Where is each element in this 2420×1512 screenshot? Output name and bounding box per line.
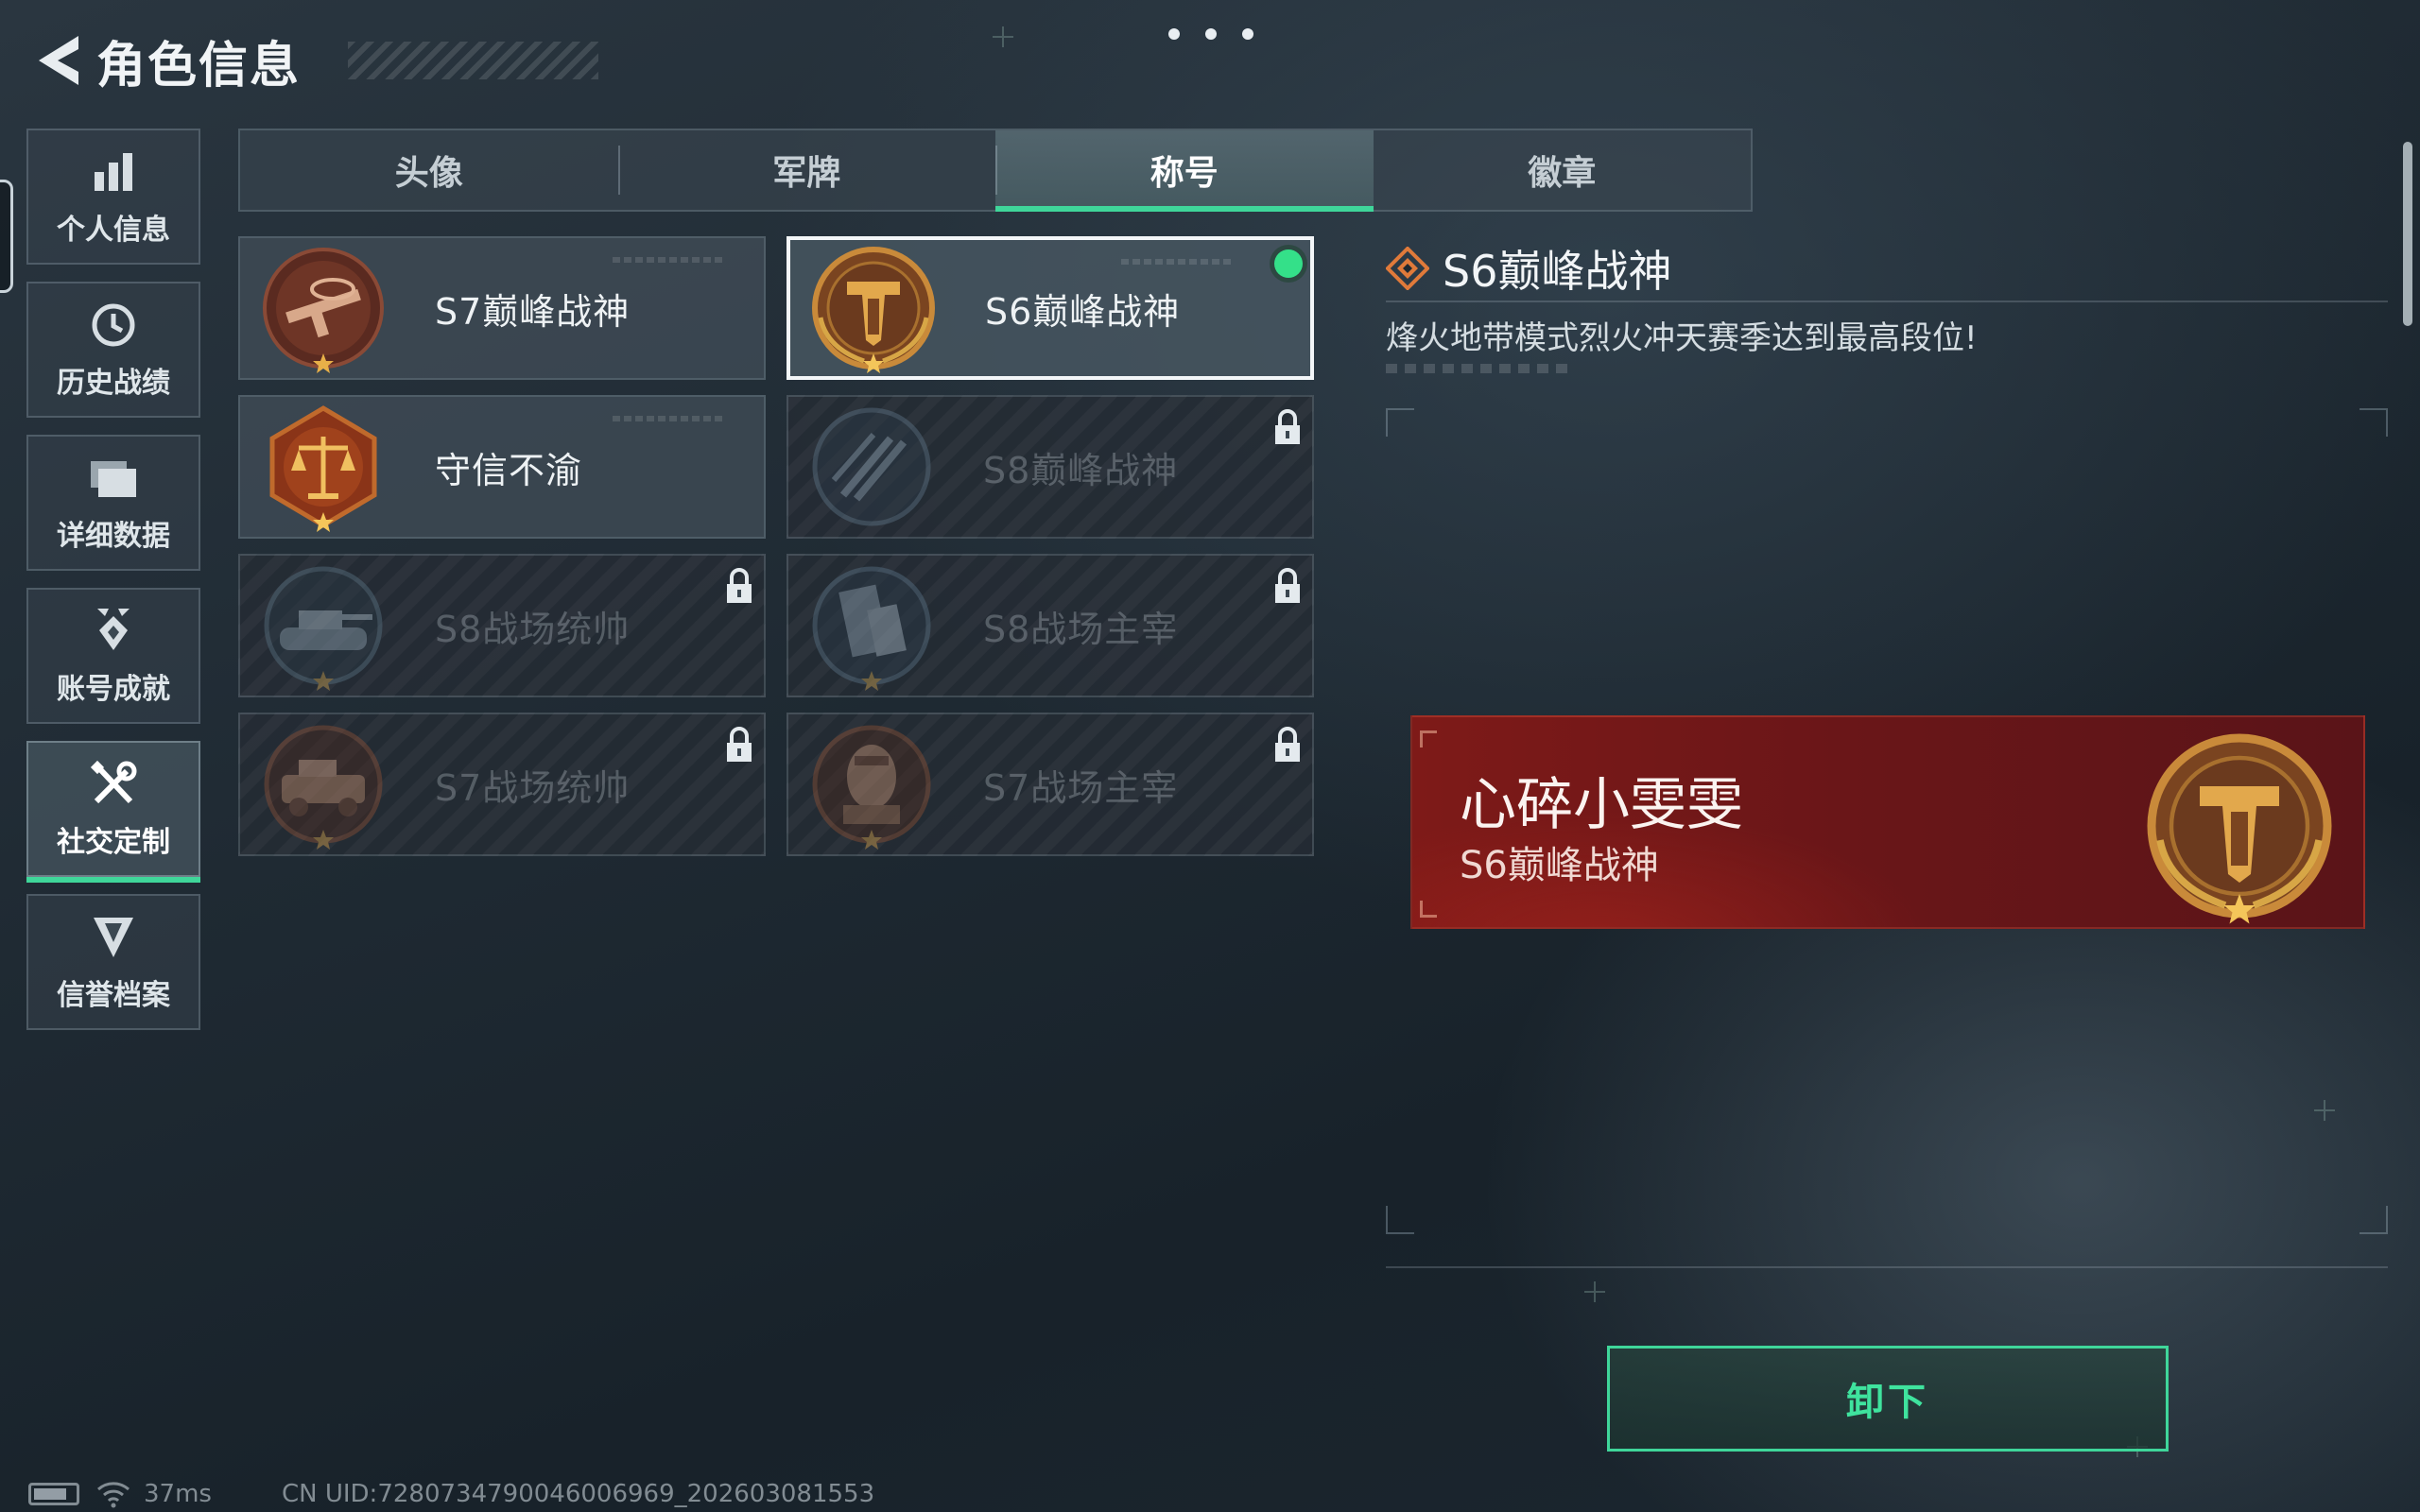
- detail-title: S6巅峰战神: [1443, 246, 1672, 297]
- folder-icon: [85, 452, 142, 505]
- header-bar: 角色信息: [26, 26, 598, 94]
- achievement-icon: [85, 605, 142, 658]
- player-name: 心碎小雯雯: [1460, 772, 1743, 838]
- dot-icon: [1205, 28, 1217, 40]
- building-emblem-icon: [812, 566, 931, 691]
- status-bar: 37ms CN UID:7280734790046006969_20260308…: [28, 1480, 874, 1508]
- title-card-label: S7战场统帅: [435, 766, 631, 809]
- title-card-s7-peak-god[interactable]: S7巅峰战神: [238, 236, 766, 380]
- sidebar-item-label: 账号成就: [57, 673, 170, 706]
- title-card-label: S7战场主宰: [983, 766, 1179, 809]
- sidebar-item-credit-record[interactable]: 信誉档案: [26, 894, 200, 1030]
- sidebar-item-label: 信誉档案: [57, 979, 170, 1012]
- sidebar-item-label: 社交定制: [57, 826, 170, 859]
- detail-separator: [1386, 1266, 2388, 1268]
- history-clock-icon: [85, 299, 142, 352]
- dot-icon: [1168, 28, 1180, 40]
- lock-icon: [727, 568, 752, 603]
- title-card-label: S7巅峰战神: [435, 290, 631, 333]
- tab-title[interactable]: 称号: [995, 130, 1374, 212]
- nameplate-corner: [1420, 730, 1437, 747]
- frame-corner: [2360, 408, 2388, 437]
- nameplate-preview: 心碎小雯雯 S6巅峰战神: [1410, 715, 2365, 929]
- decor-crosshair: [1584, 1281, 1605, 1302]
- category-tabs: 头像 军牌 称号 徽章: [238, 129, 1753, 212]
- scales-emblem-icon: [269, 405, 377, 532]
- sidebar-item-label: 详细数据: [57, 520, 170, 553]
- frame-corner: [1386, 1206, 1414, 1234]
- title-grid: S7巅峰战神 S6巅峰战神 守信不渝 S8巅峰战神 S8战场统帅 S8战场主宰 …: [238, 236, 1314, 856]
- title-card-label: S8巅峰战神: [983, 449, 1179, 491]
- tab-badge[interactable]: 徽章: [1374, 130, 1752, 210]
- title-decoration: [348, 42, 598, 79]
- page-title: 角色信息: [96, 37, 302, 94]
- decor-crosshair: [2314, 1100, 2335, 1121]
- frame-corner: [2360, 1206, 2388, 1234]
- soldier-emblem-icon: [812, 725, 931, 850]
- card-decoration: [613, 257, 726, 263]
- lock-icon: [1275, 568, 1300, 603]
- frame-corner: [1386, 408, 1414, 437]
- bar-chart-icon: [85, 146, 142, 198]
- nameplate-title: S6巅峰战神: [1460, 844, 1659, 887]
- nameplate-corner: [1420, 901, 1437, 918]
- title-card-keep-faith[interactable]: 守信不渝: [238, 395, 766, 539]
- vehicle-emblem-icon: [264, 725, 383, 850]
- back-button[interactable]: [26, 26, 87, 94]
- unequip-button[interactable]: 卸下: [1607, 1346, 2169, 1452]
- sidebar-item-detailed-data[interactable]: 详细数据: [26, 435, 200, 571]
- title-diamond-icon: [1386, 247, 1429, 290]
- edge-pull-tab[interactable]: [0, 180, 13, 293]
- lock-icon: [1275, 409, 1300, 444]
- title-card-s8-peak-god[interactable]: S8巅峰战神: [786, 395, 1314, 539]
- title-card-s7-battlefield-dominator[interactable]: S7战场主宰: [786, 713, 1314, 856]
- sidebar-item-history[interactable]: 历史战绩: [26, 282, 200, 418]
- sidebar-item-achievements[interactable]: 账号成就: [26, 588, 200, 724]
- title-card-s8-battlefield-commander[interactable]: S8战场统帅: [238, 554, 766, 697]
- sidebar-item-social-customization[interactable]: 社交定制: [26, 741, 200, 883]
- title-card-s8-battlefield-dominator[interactable]: S8战场主宰: [786, 554, 1314, 697]
- ping-value: 37ms: [144, 1480, 212, 1508]
- detail-decoration: [1386, 364, 1575, 373]
- sidebar-item-label: 历史战绩: [57, 367, 170, 400]
- title-card-s6-peak-god[interactable]: S6巅峰战神: [786, 236, 1314, 380]
- title-card-label: S8战场统帅: [435, 608, 631, 650]
- more-options-button[interactable]: [1168, 23, 1253, 45]
- rifle-emblem-icon: [263, 248, 384, 373]
- detail-description: 烽火地带模式烈火冲天赛季达到最高段位!: [1386, 319, 1978, 357]
- golden-t-emblem-icon: [812, 247, 935, 373]
- wrench-screwdriver-icon: [85, 758, 142, 811]
- lock-icon: [1275, 727, 1300, 762]
- lock-icon: [727, 727, 752, 762]
- golden-t-emblem-icon: [2147, 733, 2332, 924]
- title-card-label: S8战场主宰: [983, 608, 1179, 650]
- slash-emblem-icon: [812, 407, 931, 526]
- title-card-label: S6巅峰战神: [985, 290, 1181, 333]
- tank-emblem-icon: [264, 566, 383, 691]
- tab-dog-tag[interactable]: 军牌: [617, 130, 996, 210]
- title-card-s7-battlefield-commander[interactable]: S7战场统帅: [238, 713, 766, 856]
- card-decoration: [1121, 259, 1235, 265]
- sidebar-item-label: 个人信息: [57, 214, 170, 247]
- title-card-label: 守信不渝: [435, 449, 583, 491]
- sidebar-item-personal-info[interactable]: 个人信息: [26, 129, 200, 265]
- card-decoration: [613, 416, 726, 421]
- sidebar: 个人信息 历史战绩 详细数据 账号成就 社交定制 信誉档案: [26, 129, 202, 1047]
- unequip-button-label: 卸下: [1846, 1381, 1929, 1424]
- battery-icon: [28, 1483, 79, 1505]
- dot-icon: [1242, 28, 1253, 40]
- shield-badge-icon: [85, 911, 142, 964]
- equipped-indicator: [1274, 249, 1303, 278]
- scrollbar[interactable]: [2403, 142, 2412, 326]
- tab-avatar[interactable]: 头像: [240, 130, 618, 210]
- back-arrow-icon: [39, 36, 78, 85]
- uid-text: CN UID:7280734790046006969_202603081553: [281, 1480, 875, 1508]
- wifi-icon: [97, 1482, 130, 1508]
- detail-header: S6巅峰战神: [1386, 236, 2388, 302]
- decor-crosshair: [993, 26, 1013, 47]
